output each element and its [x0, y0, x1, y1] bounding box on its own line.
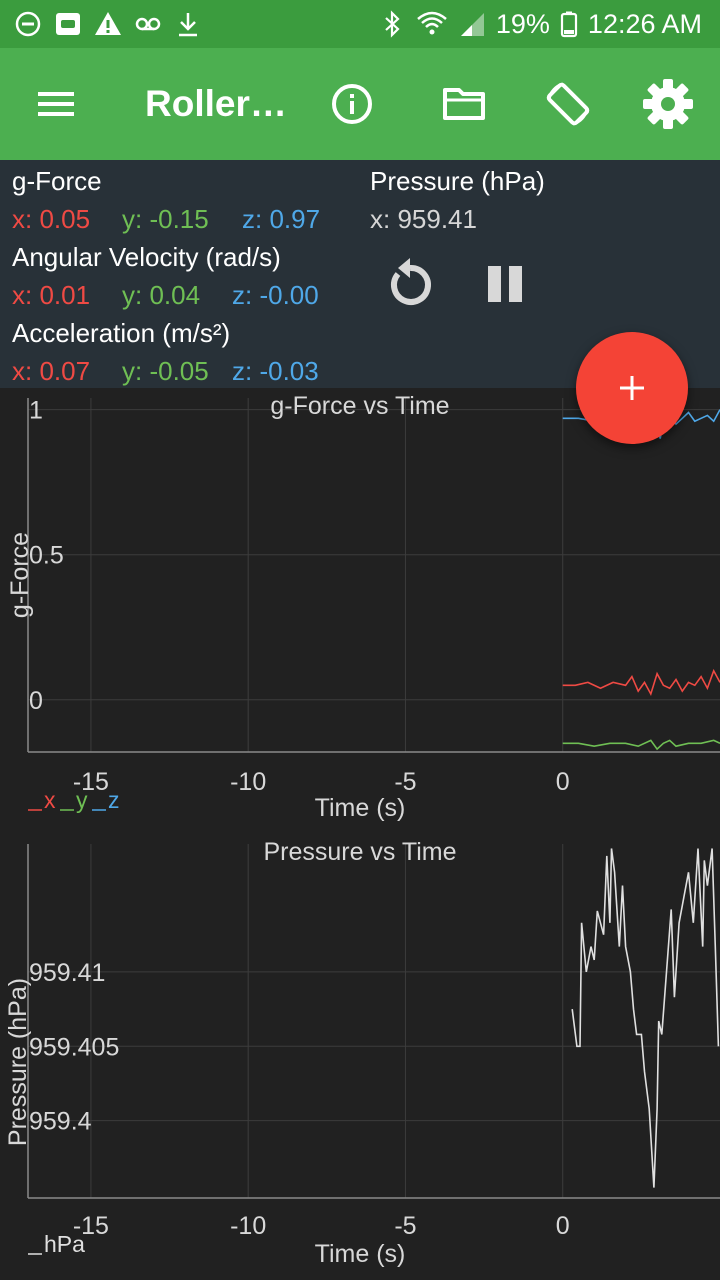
y-axis-label: Pressure (hPa): [4, 978, 32, 1146]
app-title: Roller…: [145, 83, 287, 124]
battery-icon: [560, 11, 578, 38]
angular-velocity-label: Angular Velocity (rad/s): [12, 242, 281, 272]
voicemail-icon: [135, 17, 161, 31]
y-tick-label: 959.41: [29, 959, 105, 987]
wifi-icon: [417, 11, 447, 35]
x-tick-label: -5: [394, 1212, 416, 1240]
series-line-y: [562, 739, 720, 751]
accel-z-value: z: -0.03: [232, 356, 319, 386]
gforce-chart: g-Force vs Time-15 -10 -5 010.50Time (s)g-F…: [6, 392, 720, 822]
y-tick-label: 1: [29, 397, 43, 425]
reset-icon: [391, 258, 431, 305]
y-tick-label: 959.405: [29, 1033, 119, 1061]
x-tick-label: -5: [394, 768, 416, 796]
media-icon: [56, 13, 80, 35]
battery-percent: 19%: [495, 8, 550, 39]
y-tick-label: 0.5: [29, 542, 64, 570]
screen-rotation-icon: [546, 82, 590, 126]
pause-icon: [488, 266, 522, 302]
pressure-label: Pressure (hPa): [370, 166, 545, 196]
pressure-chart: Pressure vs Time-15 -10 -5 0959.41959.40595…: [4, 838, 720, 1268]
do-not-disturb-icon: [15, 11, 41, 37]
angular-x-value: x: 0.01: [12, 280, 91, 310]
pause-button[interactable]: [484, 262, 528, 306]
clock: 12:26 AM: [587, 8, 702, 39]
y-axis-label: g-Force: [6, 532, 34, 618]
open-folder-button[interactable]: [440, 48, 488, 160]
warning-icon: [95, 12, 121, 35]
x-axis-label: Time (s): [315, 1240, 406, 1268]
menu-button[interactable]: [32, 48, 80, 160]
legend-label: y: [76, 787, 88, 813]
legend-label: x: [44, 787, 56, 813]
info-button[interactable]: [328, 48, 376, 160]
download-icon: [179, 13, 197, 37]
series-line-hPa: [571, 848, 720, 1188]
accel-x-value: x: 0.07: [12, 356, 91, 386]
chart-title: g-Force vs Time: [270, 392, 449, 420]
info-icon: [332, 84, 372, 124]
legend-label: z: [108, 787, 120, 813]
settings-button[interactable]: [640, 48, 696, 160]
add-icon: [620, 376, 644, 400]
reset-button[interactable]: [384, 254, 436, 310]
x-tick-label: 0: [556, 768, 570, 796]
add-button[interactable]: [576, 332, 688, 444]
legend-label: hPa: [44, 1231, 85, 1257]
y-tick-label: 959.4: [29, 1108, 92, 1136]
gforce-label: g-Force: [12, 166, 102, 196]
series-line-x: [562, 668, 720, 697]
gforce-z-value: z: 0.97: [242, 204, 321, 234]
x-tick-label: -10: [230, 1212, 266, 1240]
signal-icon: [460, 13, 484, 36]
pressure-value: x: 959.41: [370, 204, 477, 234]
y-tick-label: 0: [29, 687, 43, 715]
app-bar: Roller…: [0, 48, 720, 160]
x-axis-label: Time (s): [315, 794, 406, 822]
gforce-y-value: y: -0.15: [122, 204, 209, 234]
folder-icon: [443, 88, 485, 120]
gforce-x-value: x: 0.05: [12, 204, 91, 234]
chart-title: Pressure vs Time: [263, 838, 456, 866]
acceleration-label: Acceleration (m/s²): [12, 318, 231, 348]
x-tick-label: -10: [230, 768, 266, 796]
angular-y-value: y: 0.04: [122, 280, 201, 310]
angular-z-value: z: -0.00: [232, 280, 319, 310]
menu-icon: [38, 92, 74, 116]
x-tick-label: 0: [556, 1212, 570, 1240]
accel-y-value: y: -0.05: [122, 356, 209, 386]
status-bar: 19% 12:26 AM: [0, 0, 720, 48]
bluetooth-icon: [385, 10, 400, 38]
settings-icon: [643, 79, 693, 129]
rotate-screen-button[interactable]: [542, 48, 594, 160]
